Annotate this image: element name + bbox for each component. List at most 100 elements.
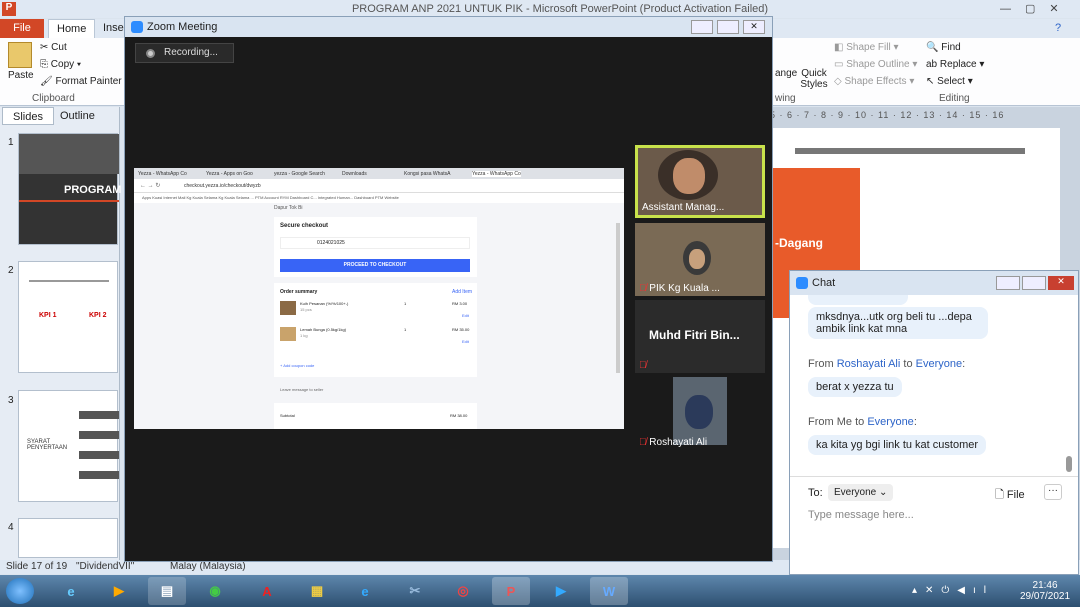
minimize-button[interactable] <box>691 20 713 34</box>
ie-icon[interactable]: e <box>52 577 90 605</box>
participant-tile[interactable]: Assistant Manag... <box>635 145 765 218</box>
slide-thumbnail-4[interactable] <box>18 518 118 558</box>
zoom-taskbar-icon[interactable]: ▶ <box>542 577 580 605</box>
chat-message: ka kita yg bgi link tu kat customer <box>808 435 987 455</box>
maximize-button[interactable] <box>717 20 739 34</box>
shape-fill-button[interactable]: ◧ Shape Fill ▾ <box>834 42 899 53</box>
scrollbar[interactable] <box>616 223 620 373</box>
nav-arrows-icon[interactable]: ← → ↻ <box>140 182 160 189</box>
browser-tab[interactable]: Yezza - Apps on Goo <box>206 171 253 177</box>
zoom-titlebar: Zoom Meeting ✕ <box>125 17 772 37</box>
tab-slides[interactable]: Slides <box>2 107 54 125</box>
chat-title: Chat <box>812 277 836 289</box>
tab-outline[interactable]: Outline <box>50 107 105 125</box>
browser-tab[interactable]: Downloads <box>342 171 367 177</box>
snipping-tool-icon[interactable]: ✂ <box>396 577 434 605</box>
recording-indicator[interactable]: Recording... <box>135 43 234 63</box>
edge-icon[interactable]: e <box>346 577 384 605</box>
sticky-notes-icon[interactable]: ▦ <box>298 577 336 605</box>
word-icon[interactable]: W <box>590 577 628 605</box>
close-button[interactable]: ✕ <box>743 20 765 34</box>
app-icon[interactable]: ◎ <box>444 577 482 605</box>
coupon-link[interactable]: + Add coupon code <box>280 363 314 368</box>
slide-thumbnail-3[interactable]: SYARAT PENYERTAAN <box>18 390 119 502</box>
tab-file[interactable]: File <box>0 19 44 38</box>
more-options-icon[interactable]: ··· <box>1044 484 1062 500</box>
message-field[interactable]: Leave message to seller <box>280 387 323 392</box>
browser-tab[interactable]: Yezza - WhatsApp Co <box>138 171 187 177</box>
shared-screen: Yezza - WhatsApp Co Yezza - Apps on Goo … <box>134 168 624 429</box>
participant-tile[interactable]: 🎙̸ Roshayati Ali <box>635 377 765 450</box>
phone-input[interactable]: 0124021025 <box>280 237 470 249</box>
brush-icon: 🖌 <box>40 76 56 87</box>
minimize-button[interactable] <box>996 276 1020 290</box>
file-icon: 🗋 <box>995 489 1007 501</box>
maximize-button[interactable] <box>1022 276 1046 290</box>
tray-icons[interactable]: ▴✕⏻◀ıl <box>912 585 994 596</box>
item-qty: 1 <box>404 327 407 332</box>
checkout-card: Secure checkout 0124021025 PROCEED TO CH… <box>274 217 477 277</box>
browser-tab[interactable]: Yezza - WhatsApp Co <box>472 171 521 177</box>
slide-thumbnail-1[interactable]: PROGRAM <box>18 133 121 245</box>
binoculars-icon: 🔍 <box>926 42 942 53</box>
chat-scrollbar[interactable] <box>1066 456 1072 472</box>
secure-heading: Secure checkout <box>280 223 329 229</box>
checkout-page: Dapur Tok Bi Secure checkout 0124021025 … <box>134 203 624 429</box>
arrange-button[interactable]: ange <box>775 68 797 79</box>
cut-button[interactable]: ✂ Cut <box>40 42 67 53</box>
recording-label: Recording... <box>164 47 218 58</box>
edit-link[interactable]: Edit <box>462 339 469 344</box>
participant-name-row: 🎙̸ PIK Kg Kuala ... <box>639 283 720 294</box>
find-button[interactable]: 🔍 Find <box>926 42 961 53</box>
replace-button[interactable]: ab Replace ▾ <box>926 59 984 70</box>
record-icon <box>146 49 155 58</box>
recipient-dropdown[interactable]: Everyone ⌄ <box>828 484 894 501</box>
explorer-icon[interactable]: ▤ <box>148 577 186 605</box>
slide-thumbnail-2[interactable]: KPI 1 KPI 2 <box>18 261 118 373</box>
media-player-icon[interactable]: ▶ <box>100 577 138 605</box>
paste-icon[interactable] <box>8 42 32 68</box>
powerpoint-icon: P <box>2 2 16 16</box>
slide-number: 2 <box>8 265 14 276</box>
copy-button[interactable]: ⎘ Copy ▾ <box>40 59 81 70</box>
chrome-icon[interactable]: ◉ <box>196 577 234 605</box>
paste-button[interactable]: Paste <box>8 70 34 81</box>
help-icon[interactable]: ? <box>1055 22 1061 34</box>
window-controls[interactable]: —▢✕ <box>1000 2 1073 15</box>
select-button[interactable]: ↖ Select ▾ <box>926 76 973 87</box>
participant-tile[interactable]: Muhd Fitri Bin... 🎙̸ <box>635 300 765 373</box>
item-name: Kuih Pesanan (%/%/100+-) <box>300 301 349 306</box>
chat-meta: From Me to Everyone: <box>808 416 917 428</box>
zoom-title: Zoom Meeting <box>147 21 218 33</box>
item-name: Lemah Bunga (0.5kg/1kg) <box>300 327 347 332</box>
close-button[interactable]: ✕ <box>1048 276 1074 290</box>
format-painter-button[interactable]: 🖌 Format Painter <box>40 76 122 87</box>
edit-link[interactable]: Edit <box>462 313 469 318</box>
summary-heading: Order summary <box>280 289 318 295</box>
item-sub: 1 kg <box>300 333 308 338</box>
acrobat-icon[interactable]: A <box>248 577 286 605</box>
file-button[interactable]: 🗋 File <box>995 486 1025 505</box>
url-field[interactable]: checkout.yezza.io/checkout/dwyzb <box>184 183 261 189</box>
item-qty: 1 <box>404 301 407 306</box>
to-label: To: <box>808 487 823 499</box>
item-price: RM 35.00 <box>452 327 470 332</box>
participant-name: Assistant Manag... <box>642 202 725 213</box>
message-input[interactable]: Type message here... <box>808 509 1068 521</box>
proceed-button[interactable]: PROCEED TO CHECKOUT <box>280 259 470 272</box>
shape-outline-button[interactable]: ▭ Shape Outline ▾ <box>834 59 917 70</box>
clock[interactable]: 21:46 29/07/2021 <box>1020 580 1070 602</box>
language: Malay (Malaysia) <box>170 561 246 572</box>
start-button[interactable] <box>6 578 34 604</box>
zoom-icon <box>796 277 808 289</box>
powerpoint-taskbar-icon[interactable]: P <box>492 577 530 605</box>
browser-tab[interactable]: yezza - Google Search <box>274 171 325 177</box>
scissors-icon: ✂ <box>40 42 52 53</box>
add-item-link[interactable]: Add Item <box>452 289 472 295</box>
participant-tile[interactable]: 🎙̸ PIK Kg Kuala ... <box>635 223 765 296</box>
quick-styles-button[interactable]: Quick Styles <box>800 68 828 90</box>
browser-tab[interactable]: Kongsi pasa WhatsA <box>404 171 450 177</box>
tab-home[interactable]: Home <box>48 19 96 38</box>
chat-window: Chat ✕ mksdnya...utk org beli tu ...depa… <box>789 270 1079 575</box>
shape-effects-button[interactable]: ◇ Shape Effects ▾ <box>834 76 914 87</box>
